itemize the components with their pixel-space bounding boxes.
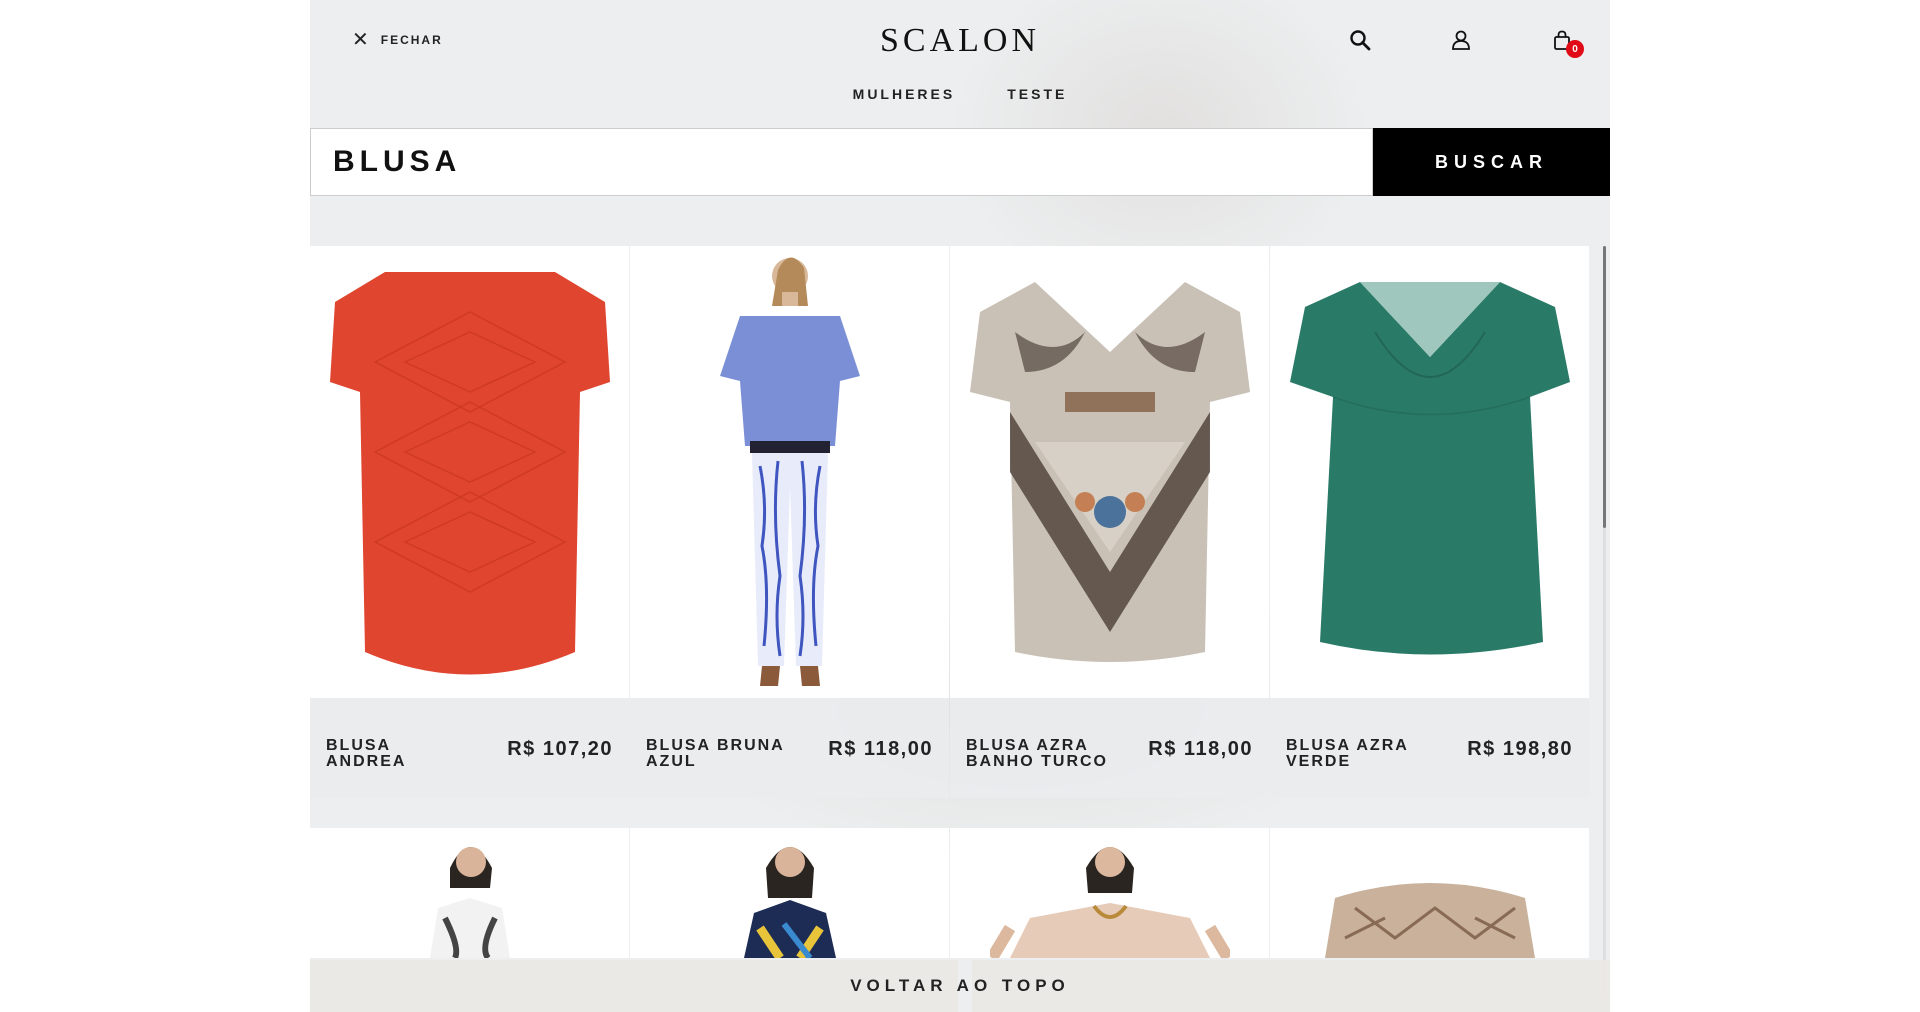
search-button[interactable]: BUSCAR — [1373, 128, 1610, 196]
product-name[interactable]: BLUSA BRUNA AZUL — [646, 738, 796, 798]
product-row: BLUSA ANDREA R$ 107,20 BLUSA BRUNA AZUL … — [310, 246, 1600, 798]
search-results: BLUSA ANDREA R$ 107,20 BLUSA BRUNA AZUL … — [310, 246, 1600, 958]
product-name[interactable]: BLUSA ANDREA — [326, 738, 476, 798]
product-card[interactable] — [310, 828, 629, 958]
product-image[interactable] — [630, 828, 949, 958]
product-card[interactable] — [1270, 828, 1589, 958]
product-image[interactable] — [950, 246, 1269, 698]
product-price: R$ 118,00 — [1148, 738, 1253, 760]
nav-item-teste[interactable]: TESTE — [1007, 86, 1067, 102]
product-card[interactable]: BLUSA BRUNA AZUL R$ 118,00 — [630, 246, 949, 798]
product-name[interactable]: BLUSA AZRA BANHO TURCO — [966, 738, 1116, 798]
main-nav: MULHERES TESTE — [310, 86, 1610, 102]
scrollbar-thumb[interactable] — [1603, 246, 1606, 528]
product-card[interactable] — [630, 828, 949, 958]
product-image[interactable] — [1270, 246, 1589, 698]
product-info: BLUSA ANDREA R$ 107,20 — [310, 698, 629, 798]
search-overlay: ✕ FECHAR SCALON 0 MULHERES TESTE BUSCAR — [310, 0, 1610, 1012]
product-image[interactable] — [310, 828, 629, 958]
product-card[interactable]: BLUSA AZRA BANHO TURCO R$ 118,00 — [950, 246, 1269, 798]
product-card[interactable]: BLUSA ANDREA R$ 107,20 — [310, 246, 629, 798]
product-image[interactable] — [950, 828, 1269, 958]
cart-count-badge: 0 — [1566, 40, 1584, 58]
product-name[interactable]: BLUSA AZRA VERDE — [1286, 738, 1436, 798]
back-to-top-label[interactable]: VOLTAR AO TOPO — [850, 976, 1070, 996]
logo[interactable]: SCALON — [310, 22, 1610, 60]
product-image[interactable] — [310, 246, 629, 698]
product-image[interactable] — [630, 246, 949, 698]
cart-icon[interactable]: 0 — [1550, 28, 1584, 58]
product-card[interactable] — [950, 828, 1269, 958]
product-info: BLUSA AZRA BANHO TURCO R$ 118,00 — [950, 698, 1269, 798]
product-image[interactable] — [1270, 828, 1589, 958]
search-icon[interactable] — [1348, 28, 1372, 52]
product-price: R$ 118,00 — [828, 738, 933, 760]
search-form: BUSCAR — [310, 128, 1610, 196]
nav-item-mulheres[interactable]: MULHERES — [853, 86, 956, 102]
search-input[interactable] — [333, 145, 1372, 179]
back-to-top[interactable]: VOLTAR AO TOPO — [310, 960, 1610, 1012]
product-price: R$ 107,20 — [507, 738, 613, 760]
product-info: BLUSA AZRA VERDE R$ 198,80 — [1270, 698, 1589, 798]
product-card[interactable]: BLUSA AZRA VERDE R$ 198,80 — [1270, 246, 1589, 798]
product-row — [310, 828, 1590, 958]
product-price: R$ 198,80 — [1467, 738, 1573, 760]
product-info: BLUSA BRUNA AZUL R$ 118,00 — [630, 698, 949, 798]
search-field[interactable] — [310, 128, 1373, 196]
account-icon[interactable] — [1449, 28, 1473, 52]
